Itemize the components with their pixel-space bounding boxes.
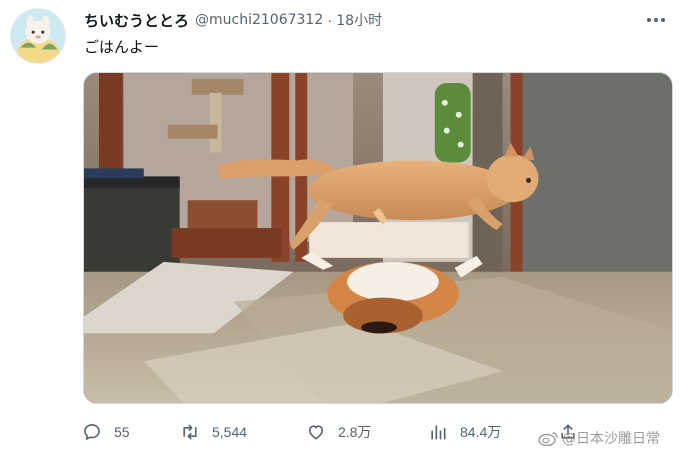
user-handle[interactable]: @muchi21067312 (195, 12, 323, 28)
avatar-image (11, 9, 65, 63)
tweet-photo[interactable] (83, 72, 673, 404)
retweet-count: 5,544 (212, 424, 248, 440)
watermark-text: @日本沙雕日常 (562, 431, 660, 447)
retweet-icon (183, 424, 197, 440)
more-dot-icon (661, 18, 665, 22)
separator-dot: · (327, 11, 333, 29)
views-count: 84.4万 (460, 424, 502, 440)
reply-icon (84, 424, 100, 440)
tweet-header: ちいむうととろ @muchi21067312 · 18小时 (84, 9, 670, 31)
tweet-text: ごはんよー (84, 38, 160, 56)
like-count: 2.8万 (338, 424, 372, 440)
tweet-timestamp[interactable]: 18小时 (336, 10, 382, 30)
more-options-button[interactable] (642, 11, 670, 29)
more-dot-icon (654, 18, 658, 22)
watermark: @日本沙雕日常 (538, 428, 660, 448)
views-button[interactable]: 84.4万 (428, 418, 501, 446)
retweet-button[interactable]: 5,544 (180, 418, 247, 446)
like-button[interactable]: 2.8万 (306, 418, 371, 446)
avatar[interactable] (10, 8, 66, 64)
heart-icon (308, 425, 324, 440)
display-name[interactable]: ちいむうととろ (84, 10, 189, 31)
reply-button[interactable]: 55 (82, 418, 130, 446)
reply-count: 55 (114, 424, 130, 440)
bar-chart-icon (431, 425, 446, 440)
more-dot-icon (647, 18, 651, 22)
photo-cat-jumping-over-corgi (84, 73, 672, 403)
weibo-logo-icon (538, 432, 558, 446)
